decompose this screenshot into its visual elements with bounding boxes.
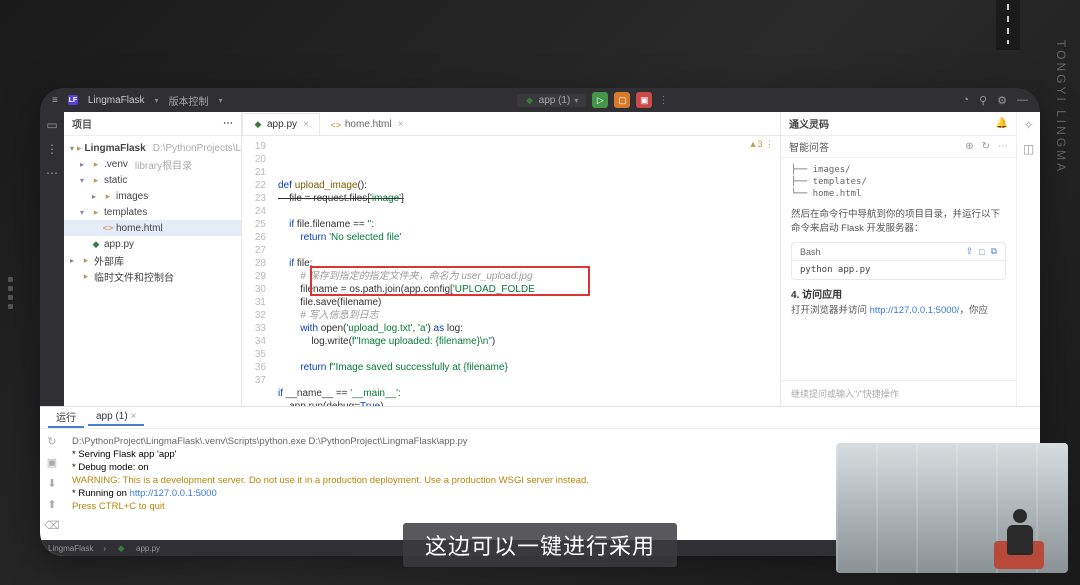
code-editor[interactable]: ▲3 ⋮ 19202122232425262728293031323334353… [242,136,780,406]
tree-item[interactable]: ▸▸.venvlibrary根目录 [64,156,241,172]
run-tab[interactable]: 运行 [48,407,84,428]
console-toolbar: ↻ ▣ ⬇ ⬆ ⌫ [40,429,64,556]
ai-heading: 4. 访问应用 [791,286,1006,301]
tree-item[interactable]: ▸临时文件和控制台 [64,268,241,284]
bell-icon[interactable]: 🔔 [996,118,1008,129]
history-icon[interactable]: ↻ [982,141,990,152]
user-icon[interactable]: ◔ [962,94,969,107]
ai-text: 然后在命令行中导航到你的项目目录，并运行以下命令来启动 Flask 开发服务器： [791,208,1006,236]
ai-input[interactable]: 继续提问或输入"/"快捷操作 [781,380,1016,406]
run-tab[interactable]: app (1) × [88,409,144,426]
tree-item[interactable]: ◆app.py [64,236,241,252]
db-icon[interactable]: ◫ [1023,142,1034,156]
code-lines[interactable]: def upload_image(): file = request.files… [272,136,780,406]
editor-area: ◆app.py×<>home.html× ▲3 ⋮ 19202122232425… [242,112,780,406]
bookmarks-icon[interactable]: ⋯ [46,166,58,180]
more-icon[interactable]: ⋯ [998,141,1008,152]
titlebar: ≡ LF LingmaFlask ▾ 版本控制 ▾ ◆ app (1) ▾ ▷ … [40,88,1040,112]
debug-button[interactable]: ▢ [614,92,630,108]
minimize-icon[interactable]: — [1017,94,1028,107]
ai-text: 打开浏览器并访问 http://127.0.0.1:5000/，你应 [791,304,1006,318]
ai-title: 通义灵码 [789,116,829,131]
subtitle-caption: 这边可以一键进行采用 [403,523,677,567]
tree-item[interactable]: ▸▸外部库 [64,252,241,268]
new-chat-icon[interactable]: ⊕ [965,141,973,152]
copy-icon[interactable]: □ [979,247,984,257]
picture-in-picture [836,443,1068,573]
tree-item[interactable]: ▾▸templates [64,204,241,220]
version-control-menu[interactable]: 版本控制 [169,93,209,108]
ai-tab-chat[interactable]: 智能问答 [789,139,829,154]
ai-icon[interactable]: ✧ [1023,118,1033,132]
code-lang: Bash [800,247,821,257]
left-dots [8,277,13,309]
file-tree[interactable]: ▾▸LingmaFlaskD:\PythonProjects\LingmaFla… [64,136,241,288]
rerun-icon[interactable]: ↻ [47,435,56,448]
up-icon[interactable]: ⬆ [47,498,56,511]
ai-panel: 通义灵码 🔔 智能问答 ⊕ ↻ ⋯ ├── images/├── templat… [780,112,1016,406]
status-file: app.py [136,544,160,553]
code-body: python app.py [792,261,1005,279]
structure-icon[interactable]: ⋮ [46,142,58,156]
insert-icon[interactable]: ⇪ [966,246,974,257]
settings-icon[interactable]: ⚙ [997,94,1007,107]
editor-tab[interactable]: <>home.html× [320,113,415,135]
run-tabs[interactable]: 运行app (1) × [40,407,1040,429]
editor-tabs[interactable]: ◆app.py×<>home.html× [242,112,780,136]
run-config[interactable]: ◆ app (1) ▾ [517,94,587,107]
python-icon: ◆ [525,95,535,105]
project-name[interactable]: LingmaFlask [88,95,145,106]
right-toolbar: ✧ ◫ [1016,112,1040,406]
ai-code-block: Bash ⇪ □ ⧉ python app.py [791,242,1006,280]
stop-icon[interactable]: ▣ [47,456,57,469]
tree-item[interactable]: ▾▸LingmaFlaskD:\PythonProjects\LingmaFla… [64,140,241,156]
wrap-icon[interactable]: ⌫ [44,519,60,532]
ai-link[interactable]: http://127.0.0.1:5000/ [870,305,960,316]
chevron-down-icon[interactable]: ▾ [155,96,159,105]
folder-icon[interactable]: ▭ [46,118,57,132]
hamburger-icon[interactable]: ≡ [52,95,58,106]
tree-item[interactable]: ▾▸static [64,172,241,188]
editor-tab[interactable]: ◆app.py× [242,113,320,135]
ai-file-tree: ├── images/├── templates/└── home.html [791,164,1006,200]
tree-item[interactable]: ▸▸images [64,188,241,204]
apply-icon[interactable]: ⧉ [991,246,997,257]
project-badge: LF [68,95,78,105]
brand-vertical: TONGYI LINGMA [1054,40,1068,174]
run-config-label: app (1) [539,95,571,106]
sidebar-more-icon[interactable]: ⋯ [223,118,233,129]
project-sidebar: 项目 ⋯ ▾▸LingmaFlaskD:\PythonProjects\Ling… [64,112,242,406]
search-icon[interactable]: ⚲ [979,94,987,107]
stop-button[interactable]: ▣ [636,92,652,108]
tree-item[interactable]: <>home.html [64,220,241,236]
chevron-down-icon[interactable]: ▾ [219,96,223,105]
run-button[interactable]: ▷ [592,92,608,108]
line-gutter: 19202122232425262728293031323334353637 [242,136,272,406]
activity-bar: ▭ ⋮ ⋯ [40,112,64,406]
down-icon[interactable]: ⬇ [47,477,56,490]
status-project: LingmaFlask [48,544,93,553]
sidebar-title: 项目 [72,116,92,131]
